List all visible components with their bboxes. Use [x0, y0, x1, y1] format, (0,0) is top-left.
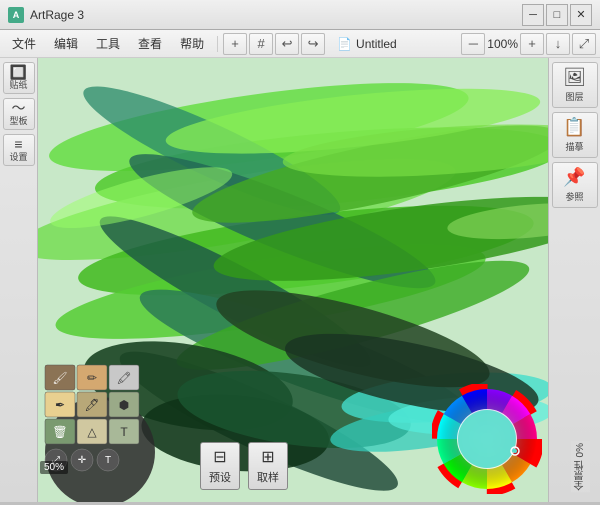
menu-tools[interactable]: 工具: [88, 32, 128, 55]
color-wheel[interactable]: [432, 384, 542, 494]
doc-title: 📄 Untitled: [327, 35, 407, 53]
template-icon: 〜: [12, 101, 26, 116]
close-button[interactable]: ✕: [570, 4, 592, 26]
reference-icon: 📌: [563, 166, 585, 189]
sample-icon: ⊞: [261, 447, 274, 467]
preview-icon: ⊟: [213, 447, 226, 467]
settings-tool[interactable]: ≡ 设置: [3, 134, 35, 166]
titlebar-left: A ArtRage 3: [8, 7, 84, 23]
layers-button[interactable]: 🖼 图层: [552, 62, 598, 108]
sample-label: 取样: [257, 469, 279, 485]
svg-text:⬢: ⬢: [119, 398, 129, 412]
svg-text:T: T: [105, 455, 111, 466]
doc-icon: 📄: [337, 37, 352, 51]
bottom-buttons: ⊟ 预设 ⊞ 取样: [200, 442, 288, 490]
fit-button[interactable]: ↓: [546, 33, 570, 55]
sticker-tool[interactable]: 🔲 贴纸: [3, 62, 35, 94]
right-toolbar: 🖼 图层 📋 描摹 📌 参照: [548, 58, 600, 502]
redo-button[interactable]: ↪: [301, 33, 325, 55]
brush-size-label: 50%: [40, 461, 68, 474]
zoom-out-button[interactable]: ─: [461, 33, 485, 55]
menu-edit[interactable]: 编辑: [46, 32, 86, 55]
svg-text:🖍: 🖍: [116, 371, 131, 385]
tool-pod-svg: 🖌 ✏ 🖍 ✒ 🖊 ⬢ 🗑 △ T ⤢ ✛ T: [38, 347, 193, 502]
zoom-control: ─ 100% + ↓ ⤢: [461, 33, 596, 55]
sticker-label: 贴纸: [9, 81, 27, 91]
maximize-button[interactable]: □: [546, 4, 568, 26]
trace-button[interactable]: 📋 描摹: [552, 112, 598, 158]
menu-file[interactable]: 文件: [4, 32, 44, 55]
move-tool-button[interactable]: +: [223, 33, 247, 55]
titlebar-controls: ─ □ ✕: [522, 4, 592, 26]
tool-pod[interactable]: 🖌 ✏ 🖍 ✒ 🖊 ⬢ 🗑 △ T ⤢ ✛ T: [38, 347, 193, 502]
trace-icon: 📋: [563, 116, 585, 139]
menu-view[interactable]: 查看: [130, 32, 170, 55]
sample-button[interactable]: ⊞ 取样: [248, 442, 288, 490]
titlebar-title: ArtRage 3: [30, 8, 84, 22]
fullscreen-button[interactable]: ⤢: [572, 33, 596, 55]
trace-label: 描摹: [565, 142, 583, 154]
svg-text:🖊: 🖊: [84, 398, 99, 412]
doc-title-text: Untitled: [356, 37, 397, 51]
layers-label: 图层: [565, 92, 583, 104]
opacity-label: 全景性 0%: [571, 441, 590, 492]
svg-text:🗑: 🗑: [52, 425, 67, 439]
zoom-level: 100%: [487, 37, 518, 51]
sticker-icon: 🔲: [10, 65, 27, 80]
reference-label: 参照: [565, 192, 583, 204]
minimize-button[interactable]: ─: [522, 4, 544, 26]
svg-text:T: T: [120, 425, 128, 439]
svg-text:✒: ✒: [55, 398, 65, 412]
menu-help[interactable]: 帮助: [172, 32, 212, 55]
svg-text:△: △: [87, 425, 97, 439]
settings-label: 设置: [9, 153, 27, 163]
main-area: 🔲 贴纸 〜 型板 ≡ 设置 🖼 图层 📋 描摹 📌 参照: [0, 58, 600, 502]
preview-button[interactable]: ⊟ 预设: [200, 442, 240, 490]
reference-button[interactable]: 📌 参照: [552, 162, 598, 208]
menubar: 文件 编辑 工具 查看 帮助 + # ↩ ↪ 📄 Untitled ─ 100%…: [0, 30, 600, 58]
template-label: 型板: [9, 117, 27, 127]
titlebar: A ArtRage 3 ─ □ ✕: [0, 0, 600, 30]
svg-text:🖌: 🖌: [52, 371, 67, 385]
zoom-in-button[interactable]: +: [520, 33, 544, 55]
grid-button[interactable]: #: [249, 33, 273, 55]
svg-text:✏: ✏: [87, 371, 97, 385]
svg-text:✛: ✛: [78, 455, 86, 466]
settings-icon: ≡: [14, 137, 22, 152]
menu-separator: [217, 36, 218, 52]
color-wheel-svg: [432, 384, 542, 494]
template-tool[interactable]: 〜 型板: [3, 98, 35, 130]
layers-icon: 🖼: [563, 66, 586, 89]
app-icon: A: [8, 7, 24, 23]
undo-button[interactable]: ↩: [275, 33, 299, 55]
left-toolbar: 🔲 贴纸 〜 型板 ≡ 设置: [0, 58, 38, 502]
preview-label: 预设: [209, 469, 231, 485]
